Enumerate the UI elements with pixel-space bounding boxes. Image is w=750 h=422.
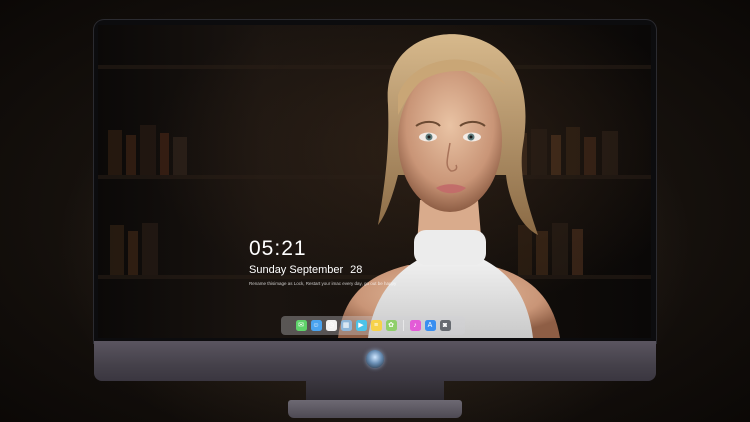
finder-icon[interactable]: ☺ (310, 320, 322, 331)
monitor-stand-base (288, 400, 462, 418)
lock-date-text: Sunday September (249, 264, 344, 276)
camera-icon[interactable]: ◙ (439, 320, 451, 331)
preview-icon[interactable]: ▦ (340, 320, 352, 331)
lock-clock: 05:21 (249, 237, 307, 260)
messages-icon[interactable]: ✉ (295, 320, 307, 331)
music-icon[interactable]: ♪ (409, 320, 421, 331)
clock-icon[interactable]: ◷ (325, 320, 337, 331)
dock: ✉ ☺ ◷ ▦ ▶ ≡ ✿ ♪ A ◙ (281, 316, 465, 335)
facetime-icon[interactable]: ▶ (355, 320, 367, 331)
photos-icon[interactable]: ✿ (385, 320, 397, 331)
lock-screen: 05:21 Sunday September 28 Rename thisimag… (98, 25, 651, 338)
portrait-photo (338, 34, 560, 338)
app-store-icon[interactable]: A (424, 320, 436, 331)
dock-separator (402, 320, 404, 331)
lock-date: Sunday September 28 (249, 264, 362, 276)
lock-caption: Rename thisimage as Lock, Restart your i… (249, 281, 397, 286)
lock-date-day: 28 (350, 264, 363, 276)
notes-icon[interactable]: ≡ (370, 320, 382, 331)
logo-icon (366, 350, 384, 368)
